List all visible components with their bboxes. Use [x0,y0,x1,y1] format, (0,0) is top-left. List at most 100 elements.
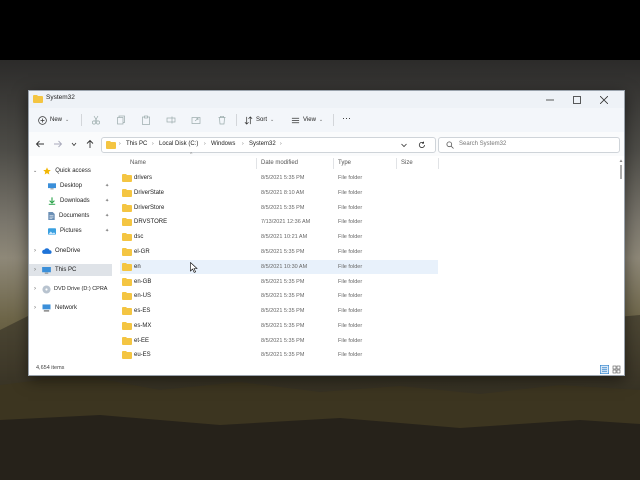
address-bar[interactable]: › This PC › Local Disk (C:) › Windows › … [101,137,436,153]
download-arrow-icon [48,197,56,205]
file-date: 8/5/2021 5:35 PM [261,279,305,285]
folder-icon [122,278,132,286]
address-dropdown-icon[interactable] [400,141,408,149]
search-box[interactable]: Search System32 [438,137,620,153]
pin-icon: ✦ [105,228,110,234]
sidebar-item-pictures[interactable]: Pictures ✦ [29,225,112,237]
chevron-down-icon: ⌄ [33,168,38,174]
breadcrumb-system32[interactable]: System32 [249,141,276,147]
table-row[interactable]: DriverStore 8/5/2021 5:35 PM File folder [120,201,438,215]
folder-icon [122,307,132,315]
new-button[interactable]: New ⌄ [38,113,69,127]
sort-button[interactable]: Sort ⌄ [244,113,274,127]
cloud-icon [42,248,52,254]
file-type: File folder [338,249,363,255]
folder-icon [122,292,132,300]
copy-icon[interactable] [116,115,126,125]
breadcrumb-this-pc[interactable]: This PC [126,141,147,147]
table-row[interactable]: et-EE 8/5/2021 5:35 PM File folder [120,334,438,348]
recent-locations-icon[interactable] [69,139,79,149]
table-row[interactable]: eu-ES 8/5/2021 5:35 PM File folder [120,348,438,362]
column-divider[interactable] [438,158,439,169]
file-name: DriverStore [134,205,165,211]
close-button[interactable] [591,91,617,108]
toolbar-divider [333,114,334,126]
file-date: 8/5/2021 5:35 PM [261,308,305,314]
sidebar-item-documents[interactable]: Documents ✦ [29,210,112,222]
file-type: File folder [338,293,363,299]
command-bar: New ⌄ Sort ⌄ View ⌄ ··· [29,108,624,133]
paste-icon[interactable] [141,115,151,125]
sidebar-item-network[interactable]: › Network [29,302,112,314]
folder-icon [106,141,116,149]
delete-icon[interactable] [217,115,227,125]
breadcrumb-local-disk[interactable]: Local Disk (C:) [159,141,198,147]
table-row[interactable]: DriverState 8/5/2021 8:10 AM File folder [120,186,438,200]
view-button[interactable]: View ⌄ [291,113,323,127]
sidebar-item-downloads[interactable]: Downloads ✦ [29,195,112,207]
pin-icon: ✦ [105,183,110,189]
more-options-button[interactable]: ··· [342,111,351,125]
more-icon: ··· [342,113,351,123]
folder-icon [122,337,132,345]
column-headers: Name ^ Date modified Type Size [120,152,620,170]
large-icons-view-icon[interactable] [612,365,621,374]
desktop-icon [48,182,56,189]
file-name: DRVSTORE [134,219,168,225]
maximize-button[interactable] [564,91,590,108]
table-row[interactable]: es-MX 8/5/2021 5:35 PM File folder [120,319,438,333]
sidebar-item-label: Desktop [60,183,83,189]
file-name: el-GR [134,249,150,255]
sidebar-item-this-pc[interactable]: › This PC [29,264,112,276]
chevron-right-icon: › [34,305,36,311]
file-date: 8/5/2021 5:35 PM [261,249,305,255]
column-divider[interactable] [256,158,257,169]
cut-icon[interactable] [91,115,101,125]
file-date: 8/5/2021 10:21 AM [261,234,308,240]
back-arrow-icon[interactable] [35,139,45,149]
folder-icon [122,233,132,241]
table-row[interactable]: el-GR 8/5/2021 5:35 PM File folder [120,245,438,259]
rename-icon[interactable] [166,115,176,125]
column-header-name[interactable]: Name [130,160,146,166]
refresh-icon[interactable] [418,141,426,149]
file-type: File folder [338,352,363,358]
document-icon [48,212,55,220]
details-view-icon[interactable] [600,365,609,374]
breadcrumb-separator: › [119,141,121,147]
sidebar-item-desktop[interactable]: Desktop ✦ [29,180,112,192]
up-arrow-icon[interactable] [85,139,95,149]
table-row[interactable]: DRVSTORE 7/13/2021 12:36 AM File folder [120,215,438,229]
folder-icon [122,351,132,359]
sidebar-item-dvd-drive[interactable]: › DVD Drive (D:) CPRA [29,283,112,295]
file-name: es-ES [134,308,151,314]
sidebar-item-label: OneDrive [55,248,81,254]
table-row[interactable]: en-US 8/5/2021 5:35 PM File folder [120,289,438,303]
forward-arrow-icon[interactable] [53,139,63,149]
minimize-button[interactable] [537,91,563,108]
table-row[interactable]: dsc 8/5/2021 10:21 AM File folder [120,230,438,244]
column-divider[interactable] [396,158,397,169]
table-row-hovered[interactable]: en 8/5/2021 10:30 AM File folder [120,260,438,274]
vertical-scrollbar[interactable] [619,159,623,359]
column-divider[interactable] [333,158,334,169]
minimize-icon [546,99,554,100]
sidebar-item-quick-access[interactable]: ⌄ Quick access [29,165,112,177]
breadcrumb-separator: › [152,141,154,147]
file-type: File folder [338,190,363,196]
breadcrumb-separator: › [242,141,244,147]
pin-icon: ✦ [105,198,110,204]
column-header-date[interactable]: Date modified [261,160,298,166]
file-name: DriverState [134,190,165,196]
table-row[interactable]: en-GB 8/5/2021 5:35 PM File folder [120,275,438,289]
column-header-type[interactable]: Type [338,160,351,166]
column-header-size[interactable]: Size [401,160,413,166]
table-row[interactable]: es-ES 8/5/2021 5:35 PM File folder [120,304,438,318]
table-row[interactable]: drivers 8/5/2021 5:35 PM File folder [120,171,438,185]
file-type: File folder [338,308,363,314]
share-icon[interactable] [191,115,201,125]
breadcrumb-windows[interactable]: Windows [211,141,235,147]
folder-icon [33,95,43,103]
chevron-right-icon: › [34,286,36,292]
sidebar-item-onedrive[interactable]: › OneDrive [29,245,112,257]
